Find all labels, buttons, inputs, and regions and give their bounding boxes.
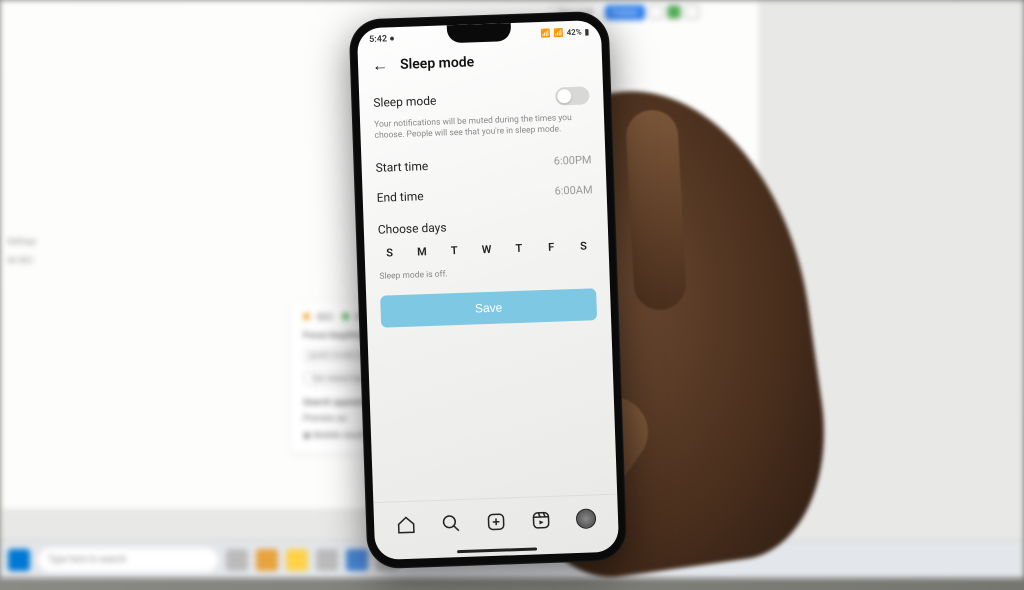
sidebar-seo-label: All SEO [7,256,85,265]
home-icon[interactable] [396,514,417,535]
sleep-mode-description: Your notifications will be muted during … [374,112,591,142]
phone-frame: 5:42 ● 📶 📶 42% ▮ ← Sleep mode Sleep mode… [348,11,627,570]
start-time-value[interactable]: 6:00PM [554,154,592,168]
taskbar-search[interactable]: Type here to search [38,548,218,572]
dot-green-icon [342,313,349,320]
back-arrow-icon[interactable]: ← [372,57,389,74]
sleep-mode-status: Sleep mode is off. [379,264,595,282]
days-row: S M T W T F S [378,237,595,268]
day-saturday[interactable]: S [576,239,590,252]
status-icons: 📶 📶 42% ▮ [541,27,590,38]
start-time-label: Start time [375,159,428,175]
taskbar-app-icon[interactable] [316,549,338,571]
monitor-left-sidebar: Settings All SEO [1,231,91,271]
sleep-mode-toggle[interactable] [555,86,590,105]
create-icon[interactable] [486,511,507,532]
windows-start-icon[interactable] [8,549,30,571]
page-title: Sleep mode [400,54,475,73]
signal-icon: 📶 [541,28,551,37]
taskbar-app-icon[interactable] [286,549,308,571]
finger [625,109,687,311]
end-time-value[interactable]: 6:00AM [554,184,592,198]
tab-seo[interactable]: SEO [316,313,333,323]
day-friday[interactable]: F [544,240,558,253]
end-time-label: End time [376,189,423,205]
day-tuesday[interactable]: T [447,244,461,257]
taskbar-app-icon[interactable] [346,549,368,571]
profile-avatar[interactable] [575,508,596,529]
status-time: 5:42 ● [369,33,395,45]
day-thursday[interactable]: T [512,242,526,255]
phone-screen: 5:42 ● 📶 📶 42% ▮ ← Sleep mode Sleep mode… [357,20,619,560]
save-button[interactable]: Save [380,288,597,328]
options-square-icon[interactable] [685,5,699,19]
taskbar-app-icon[interactable] [256,549,278,571]
avatar-icon [575,508,596,529]
radio-mobile[interactable]: ◉ [303,431,313,441]
battery-text: 42% [566,27,581,37]
wifi-icon: 📶 [553,28,563,37]
end-time-row: End time 6:00AM [376,175,593,213]
preview-as-label: Preview as: [303,414,348,424]
sleep-mode-toggle-label: Sleep mode [373,94,436,110]
battery-icon: ▮ [584,27,589,36]
dot-orange-icon [303,313,310,320]
sidebar-settings-label: Settings [7,237,85,246]
settings-square-icon[interactable] [649,5,663,19]
search-icon[interactable] [441,513,462,534]
content-area: Sleep mode Your notifications will be mu… [359,78,617,502]
day-wednesday[interactable]: W [479,243,493,256]
choose-days-label: Choose days [378,215,594,237]
taskbar-app-icon[interactable] [226,549,248,571]
day-monday[interactable]: M [415,245,429,258]
day-sunday[interactable]: S [382,246,396,259]
publish-button[interactable]: Publish [605,5,645,20]
radio-mobile-label: Mobile result [313,431,365,441]
phone-notch [447,23,512,43]
reels-icon[interactable] [530,509,551,530]
yoast-square-icon[interactable] [667,5,681,19]
